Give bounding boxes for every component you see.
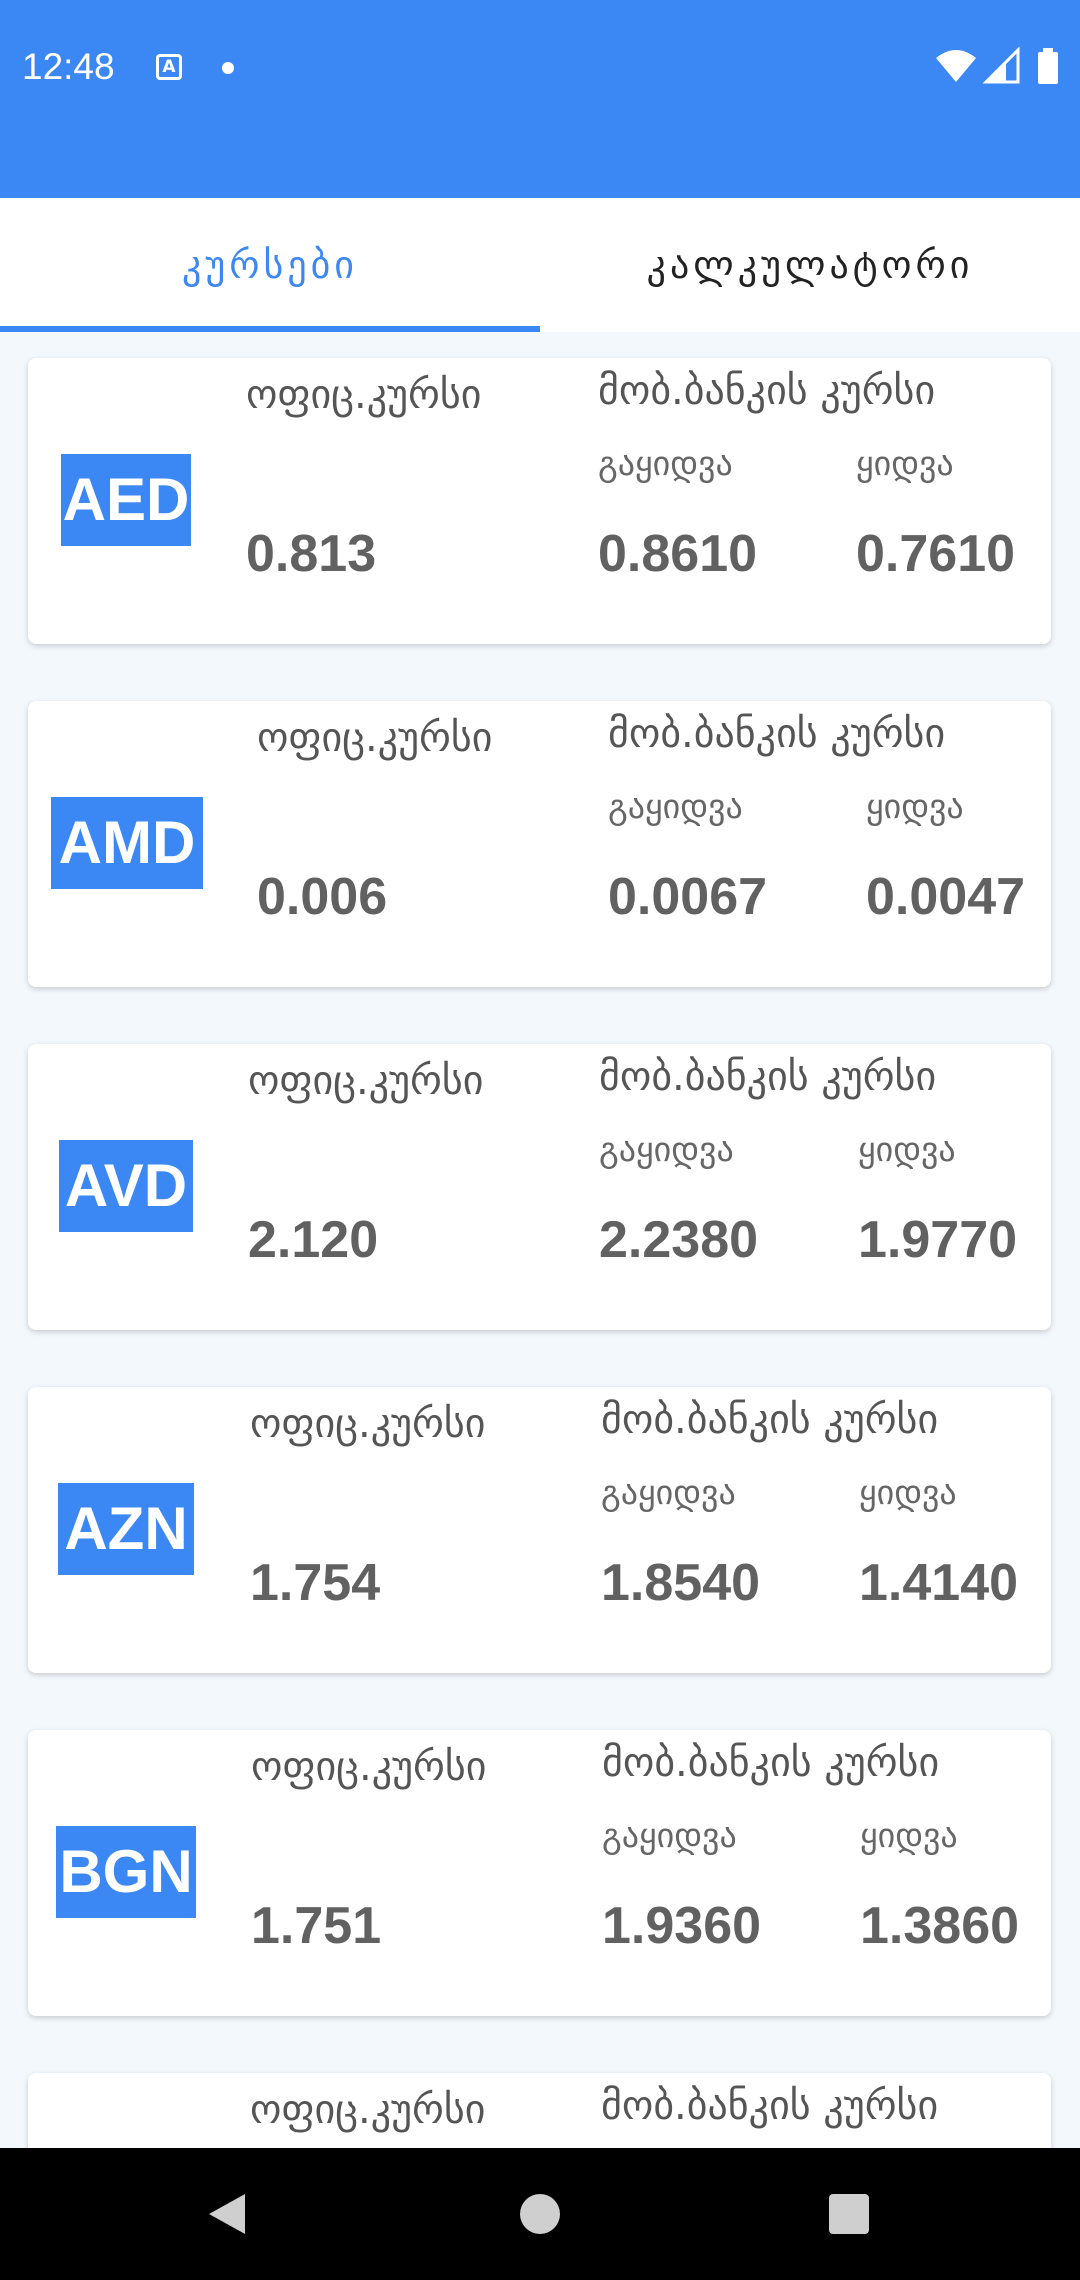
rate-card[interactable]: AMD ოფიც.კურსი მობ.ბანკის კურსი გაყიდვა …: [28, 701, 1051, 987]
sell-rate-value: 1.9360: [602, 1897, 762, 1955]
bank-rate-label: მობ.ბანკის კურსი: [601, 1397, 939, 1443]
home-icon[interactable]: [520, 2194, 560, 2234]
buy-rate-value: 1.3860: [860, 1897, 1020, 1955]
bank-rate-label: მობ.ბანკის კურსი: [602, 1740, 940, 1786]
buy-rate-value: 1.4140: [859, 1554, 1019, 1612]
rate-card[interactable]: AED ოფიც.კურსი მობ.ბანკის კურსი გაყიდვა …: [28, 358, 1051, 644]
sell-label: გაყიდვა: [608, 787, 743, 827]
official-rate-value: 2.120: [248, 1211, 379, 1269]
sell-label: გაყიდვა: [598, 444, 733, 484]
bank-rate-label: მობ.ბანკის კურსი: [599, 1054, 937, 1100]
rates-list[interactable]: AED ოფიც.კურსი მობ.ბანკის კურსი გაყიდვა …: [0, 332, 1080, 2148]
wifi-icon: [936, 50, 976, 82]
official-rate-label: ოფიც.კურსი: [251, 1744, 487, 1790]
bank-rate-label: მობ.ბანკის კურსი: [598, 368, 936, 414]
app-notification-icon: A: [156, 54, 182, 80]
official-rate-value: 1.754: [250, 1554, 381, 1612]
currency-code-badge: AMD: [51, 797, 203, 889]
tab-rates-label: კურსები: [182, 243, 358, 287]
official-rate-label: ოფიც.კურსი: [250, 1401, 486, 1447]
currency-code-badge: AVD: [59, 1140, 193, 1232]
rate-card[interactable]: BGN ოფიც.კურსი მობ.ბანკის კურსი გაყიდვა …: [28, 1730, 1051, 2016]
sell-label: გაყიდვა: [602, 1816, 737, 1856]
rate-card[interactable]: ოფიც.კურსი მობ.ბანკის კურსი: [28, 2073, 1051, 2148]
official-rate-label: ოფიც.კურსი: [246, 372, 482, 418]
buy-rate-value: 0.7610: [856, 525, 1016, 583]
signal-icon: [982, 46, 1020, 84]
notification-dot-icon: [222, 62, 234, 74]
buy-rate-value: 1.9770: [858, 1211, 1018, 1269]
recent-apps-icon[interactable]: [829, 2194, 869, 2234]
sell-label: გაყიდვა: [601, 1473, 736, 1513]
navigation-bar: [0, 2148, 1080, 2280]
currency-code-badge: BGN: [56, 1826, 196, 1918]
tab-calculator[interactable]: კალკულატორი: [540, 198, 1080, 332]
rate-card[interactable]: AZN ოფიც.კურსი მობ.ბანკის კურსი გაყიდვა …: [28, 1387, 1051, 1673]
official-rate-value: 0.006: [257, 868, 388, 926]
tab-rates[interactable]: კურსები: [0, 198, 540, 332]
official-rate-value: 0.813: [246, 525, 377, 583]
back-icon[interactable]: [205, 2192, 249, 2236]
sell-label: გაყიდვა: [599, 1130, 734, 1170]
status-time: 12:48: [22, 46, 115, 87]
buy-rate-value: 0.0047: [866, 868, 1026, 926]
status-bar: 12:48 A: [0, 0, 1080, 198]
buy-label: ყიდვა: [859, 1473, 957, 1513]
official-rate-label: ოფიც.კურსი: [250, 2087, 486, 2133]
bank-rate-label: მობ.ბანკის კურსი: [601, 2083, 939, 2129]
status-icons: [934, 46, 1064, 86]
currency-code-badge: AED: [61, 454, 191, 546]
buy-label: ყიდვა: [860, 1816, 958, 1856]
currency-code-badge: AZN: [58, 1483, 194, 1575]
buy-label: ყიდვა: [858, 1130, 956, 1170]
battery-icon: [1038, 48, 1058, 84]
rate-card[interactable]: AVD ოფიც.კურსი მობ.ბანკის კურსი გაყიდვა …: [28, 1044, 1051, 1330]
official-rate-value: 1.751: [251, 1897, 382, 1955]
official-rate-label: ოფიც.კურსი: [248, 1058, 484, 1104]
official-rate-label: ოფიც.კურსი: [257, 715, 493, 761]
tab-calculator-label: კალკულატორი: [646, 243, 974, 287]
sell-rate-value: 0.8610: [598, 525, 758, 583]
buy-label: ყიდვა: [856, 444, 954, 484]
bank-rate-label: მობ.ბანკის კურსი: [608, 711, 946, 757]
buy-label: ყიდვა: [866, 787, 964, 827]
tab-bar: კურსები კალკულატორი: [0, 198, 1080, 332]
sell-rate-value: 0.0067: [608, 868, 768, 926]
sell-rate-value: 1.8540: [601, 1554, 761, 1612]
sell-rate-value: 2.2380: [599, 1211, 759, 1269]
